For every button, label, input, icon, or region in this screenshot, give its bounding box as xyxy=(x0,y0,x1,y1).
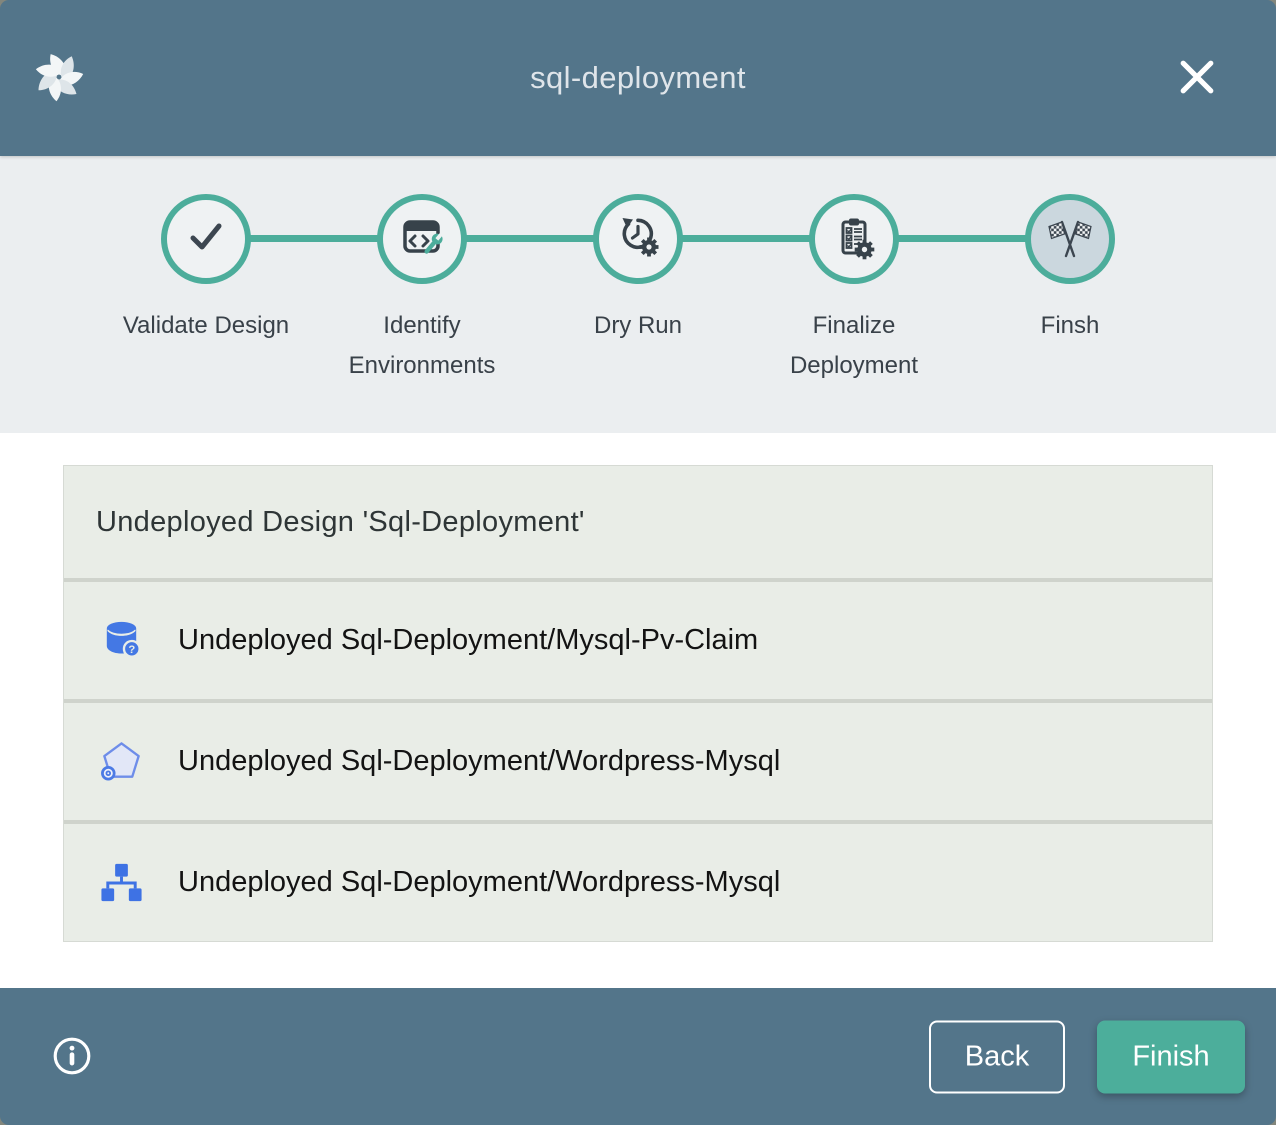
code-window-wrench-icon xyxy=(398,213,446,266)
row-text: Undeployed Sql-Deployment/Wordpress-Mysq… xyxy=(178,866,780,899)
dialog-title: sql-deployment xyxy=(530,60,746,96)
row-text: Undeployed Sql-Deployment/Wordpress-Mysq… xyxy=(178,745,780,778)
panel-heading: Undeployed Design 'Sql-Deployment' xyxy=(64,466,1212,578)
sql-deployment-dialog: sql-deployment Validate Design xyxy=(0,0,1276,1125)
step-label: Validate Design xyxy=(123,306,289,346)
finish-button[interactable]: Finish xyxy=(1097,1020,1245,1093)
step-circle xyxy=(593,194,683,284)
check-icon xyxy=(182,213,230,266)
info-icon xyxy=(51,1065,93,1080)
status-row-wordpress-mysql-pod: Undeployed Sql-Deployment/Wordpress-Mysq… xyxy=(64,699,1212,820)
info-button[interactable] xyxy=(50,1035,94,1079)
pod-pentagon-icon xyxy=(98,738,145,785)
history-gear-icon xyxy=(614,213,662,266)
footer-buttons: Back Finish xyxy=(929,1020,1245,1093)
topology-tree-icon xyxy=(98,859,145,906)
step-identify-environments: Identify Environments xyxy=(314,194,530,386)
status-row-wordpress-mysql-topology: Undeployed Sql-Deployment/Wordpress-Mysq… xyxy=(64,820,1212,941)
svg-text:?: ? xyxy=(128,644,135,656)
close-button[interactable] xyxy=(1172,52,1222,102)
pinwheel-logo-icon xyxy=(34,52,84,102)
clipboard-gear-icon xyxy=(830,213,878,266)
dialog-content: Undeployed Design 'Sql-Deployment' ? Und… xyxy=(0,433,1276,988)
step-label: Finalize Deployment xyxy=(764,306,944,386)
dialog-header: sql-deployment xyxy=(0,0,1276,156)
step-finish: Finsh xyxy=(962,194,1178,386)
checkered-flags-icon xyxy=(1046,213,1094,266)
step-circle xyxy=(1025,194,1115,284)
step-validate-design: Validate Design xyxy=(98,194,314,386)
wizard-stepper: Validate Design xyxy=(0,156,1276,433)
close-icon xyxy=(1174,88,1220,103)
step-circle xyxy=(809,194,899,284)
status-row-mysql-pv-claim: ? Undeployed Sql-Deployment/Mysql-Pv-Cla… xyxy=(64,578,1212,699)
step-dry-run: Dry Run xyxy=(530,194,746,386)
step-circle xyxy=(161,194,251,284)
step-label: Identify Environments xyxy=(332,306,512,386)
row-text: Undeployed Sql-Deployment/Mysql-Pv-Claim xyxy=(178,624,758,657)
dialog-footer: Back Finish xyxy=(0,988,1276,1125)
back-button[interactable]: Back xyxy=(929,1020,1065,1093)
deployment-status-panel: Undeployed Design 'Sql-Deployment' ? Und… xyxy=(63,465,1213,942)
database-question-icon: ? xyxy=(98,617,145,664)
step-finalize-deployment: Finalize Deployment xyxy=(746,194,962,386)
step-label: Finsh xyxy=(1041,306,1100,346)
step-label: Dry Run xyxy=(594,306,682,346)
step-circle xyxy=(377,194,467,284)
